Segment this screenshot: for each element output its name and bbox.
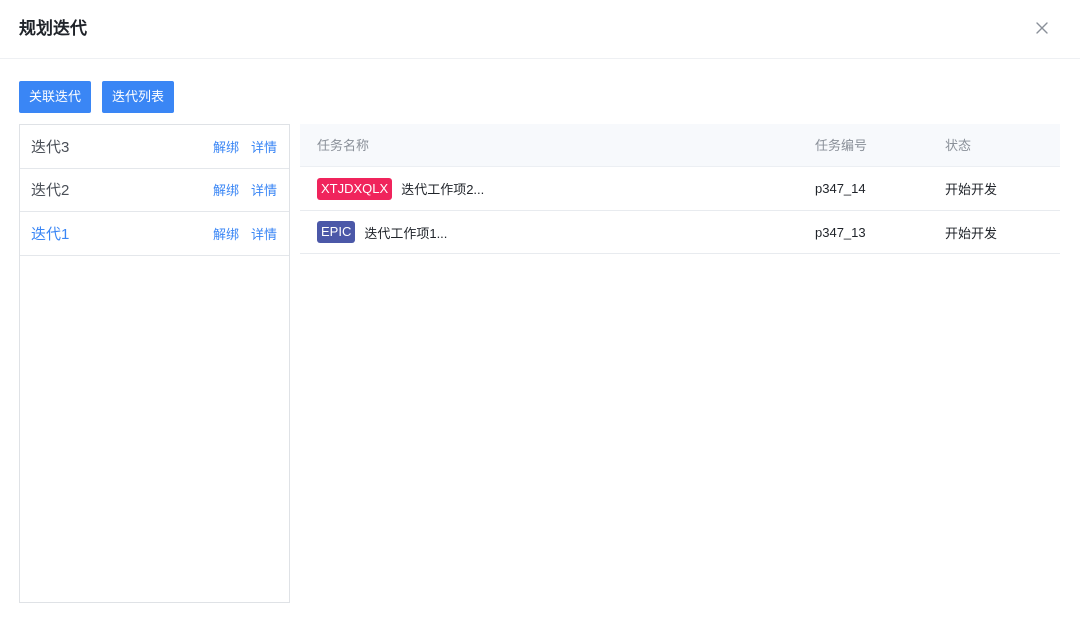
iteration-list-button[interactable]: 迭代列表 — [102, 81, 175, 113]
iteration-actions: 解绑 详情 — [213, 137, 289, 156]
toolbar: 关联迭代 迭代列表 — [19, 81, 175, 113]
table-header: 任务名称 任务编号 状态 — [300, 124, 1060, 167]
close-icon[interactable] — [1030, 16, 1054, 40]
dialog-header: 规划迭代 — [0, 0, 1080, 59]
unbind-link[interactable]: 解绑 — [213, 137, 239, 156]
table-row[interactable]: XTJDXQLX 迭代工作项2... p347_14 开始开发 — [300, 167, 1060, 211]
table-row[interactable]: EPIC 迭代工作项1... p347_13 开始开发 — [300, 211, 1060, 254]
column-header-status: 状态 — [945, 138, 972, 153]
task-code: p347_13 — [815, 224, 866, 240]
task-type-tag: EPIC — [317, 221, 356, 243]
task-name-cell: EPIC 迭代工作项1... — [317, 211, 447, 254]
column-header-task-code: 任务编号 — [815, 138, 868, 153]
iteration-name: 迭代2 — [31, 182, 70, 200]
task-table: 任务名称 任务编号 状态 XTJDXQLX 迭代工作项2... p347_14 … — [300, 124, 1060, 254]
iteration-name: 迭代3 — [31, 138, 70, 156]
iteration-name: 迭代1 — [31, 225, 70, 243]
unbind-link[interactable]: 解绑 — [213, 180, 239, 199]
plan-iteration-dialog: 规划迭代 关联迭代 迭代列表 迭代3 解绑 详情 迭代2 解绑 详情 迭代1 解… — [0, 0, 1080, 623]
iteration-item-2[interactable]: 迭代2 解绑 详情 — [20, 169, 289, 212]
detail-link[interactable]: 详情 — [251, 137, 277, 156]
dialog-title: 规划迭代 — [19, 19, 87, 38]
iteration-actions: 解绑 详情 — [213, 224, 289, 243]
iteration-actions: 解绑 详情 — [213, 180, 289, 199]
task-type-tag: XTJDXQLX — [317, 177, 393, 200]
task-code: p347_14 — [815, 181, 866, 196]
task-name-cell: XTJDXQLX 迭代工作项2... — [317, 167, 484, 210]
task-status: 开始开发 — [945, 225, 998, 241]
iteration-item-1[interactable]: 迭代1 解绑 详情 — [20, 212, 289, 256]
task-name[interactable]: 迭代工作项2... — [401, 179, 484, 198]
link-iteration-button[interactable]: 关联迭代 — [19, 81, 92, 113]
unbind-link[interactable]: 解绑 — [213, 224, 239, 243]
detail-link[interactable]: 详情 — [251, 180, 277, 199]
detail-link[interactable]: 详情 — [251, 224, 277, 243]
iteration-item-3[interactable]: 迭代3 解绑 详情 — [20, 125, 289, 169]
iteration-list: 迭代3 解绑 详情 迭代2 解绑 详情 迭代1 解绑 详情 — [19, 124, 290, 603]
task-status: 开始开发 — [945, 182, 998, 197]
column-header-task-name: 任务名称 — [317, 138, 370, 153]
task-name[interactable]: 迭代工作项1... — [364, 223, 447, 242]
